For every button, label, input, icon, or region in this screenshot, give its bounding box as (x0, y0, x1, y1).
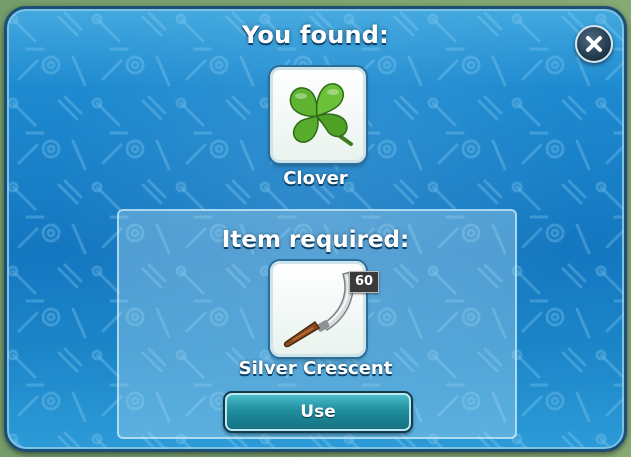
item-count-badge: 60 (349, 271, 379, 293)
required-item-name: Silver Crescent (238, 358, 393, 379)
found-item-name: Clover (283, 168, 348, 189)
item-found-dialog: You found: Clover Item required: 60 Silv… (4, 6, 627, 452)
clover-icon (289, 83, 353, 146)
found-item-card (270, 67, 366, 163)
close-icon (586, 36, 602, 52)
required-section-title: Item required: (221, 227, 410, 253)
close-button[interactable] (575, 25, 613, 63)
dialog-title: You found: (242, 21, 389, 49)
use-button[interactable]: Use (223, 391, 413, 433)
